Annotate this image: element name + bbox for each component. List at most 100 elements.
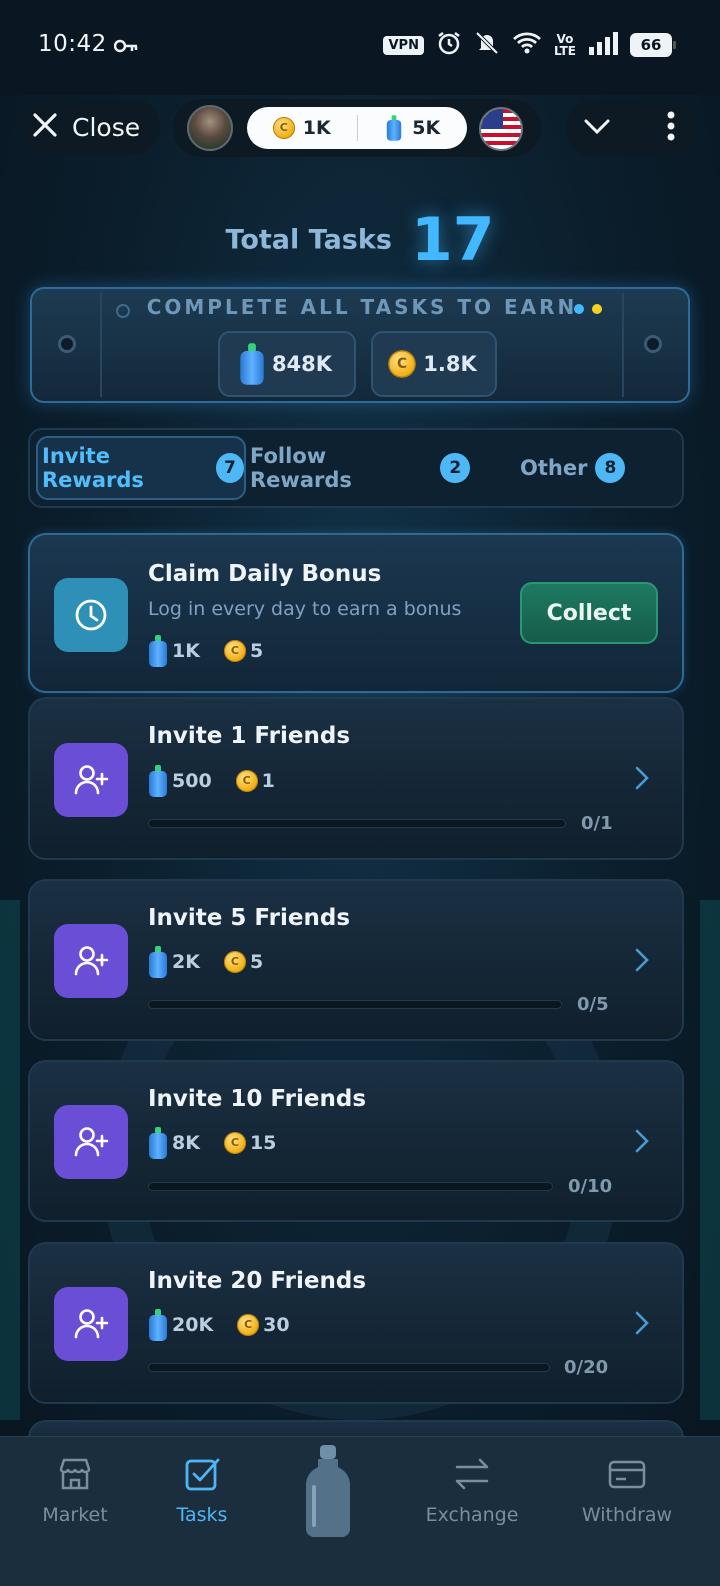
coin-balance: C 1K bbox=[247, 117, 357, 139]
balance-box[interactable]: C 1K 5K bbox=[247, 107, 467, 149]
bottom-nav: Market Tasks Exchange Withdraw bbox=[0, 1436, 720, 1586]
led-icon bbox=[574, 304, 584, 314]
bottle-amount: 500 bbox=[172, 770, 212, 792]
task-title: Invite 10 Friends bbox=[148, 1086, 367, 1112]
rivet-icon bbox=[58, 335, 76, 353]
progress-bar bbox=[148, 1363, 550, 1372]
task-card[interactable]: Invite 5 Friends 2K C5 0/5 bbox=[28, 879, 684, 1041]
tab-other[interactable]: Other 8 bbox=[520, 436, 650, 500]
clock-icon bbox=[54, 578, 128, 652]
coin-amount: 15 bbox=[249, 1132, 277, 1154]
coin-reward-chip: C 1.8K bbox=[371, 331, 497, 397]
bottle-icon bbox=[239, 343, 265, 385]
task-title: Invite 1 Friends bbox=[148, 723, 351, 749]
task-rewards: 8K C 15 bbox=[148, 1127, 300, 1159]
rivet-icon bbox=[644, 335, 662, 353]
task-card[interactable]: Invite 1 Friends 500 C1 0/1 bbox=[28, 697, 684, 860]
avatar[interactable] bbox=[187, 105, 233, 151]
chevron-right-icon[interactable] bbox=[634, 765, 650, 795]
bottle-icon bbox=[148, 635, 168, 667]
bottle-amount: 1K bbox=[172, 640, 200, 662]
mute-icon bbox=[474, 30, 500, 60]
total-tasks-label: Total Tasks bbox=[225, 224, 392, 256]
bottle-amount: 2K bbox=[172, 951, 200, 973]
nav-label: Tasks bbox=[176, 1504, 228, 1526]
progress-text: 0/1 bbox=[581, 813, 613, 834]
bottle-icon bbox=[386, 115, 402, 141]
tab-label: Other bbox=[520, 456, 588, 480]
menu-pill bbox=[566, 99, 694, 157]
key-icon bbox=[113, 38, 138, 58]
coin-balance-value: 1K bbox=[302, 117, 331, 139]
progress-bar bbox=[148, 1182, 553, 1191]
chevron-right-icon[interactable] bbox=[634, 1310, 650, 1340]
tab-count-badge: 8 bbox=[595, 453, 626, 483]
bottle-balance-value: 5K bbox=[412, 117, 441, 139]
nav-exchange[interactable]: Exchange bbox=[412, 1457, 532, 1526]
bottle-reward-chip: 848K bbox=[218, 331, 356, 397]
nav-withdraw[interactable]: Withdraw bbox=[567, 1457, 687, 1526]
close-button[interactable]: Close bbox=[18, 99, 160, 155]
bottle-amount: 8K bbox=[172, 1132, 200, 1154]
coin-icon: C bbox=[223, 640, 246, 662]
progress-text: 0/20 bbox=[564, 1357, 609, 1378]
coin-icon: C bbox=[223, 1132, 246, 1154]
add-user-icon bbox=[54, 1287, 128, 1361]
bottle-icon[interactable] bbox=[304, 1445, 352, 1537]
more-vertical-icon[interactable] bbox=[666, 111, 676, 145]
task-card[interactable]: Invite 20 Friends 20K C 30 0/20 bbox=[28, 1242, 684, 1404]
tab-follow-rewards[interactable]: Follow Rewards 2 bbox=[250, 436, 470, 500]
coin-amount: 5 bbox=[249, 951, 264, 973]
collect-button[interactable]: Collect bbox=[520, 582, 658, 644]
coin-icon: C bbox=[235, 770, 258, 792]
task-rewards: 20K C 30 bbox=[148, 1309, 314, 1341]
reward-tabs: Invite Rewards 7 Follow Rewards 2 Other … bbox=[28, 428, 684, 508]
chevron-right-icon[interactable] bbox=[634, 1128, 650, 1158]
us-flag-icon[interactable] bbox=[479, 107, 523, 151]
progress-text: 0/5 bbox=[577, 994, 609, 1015]
led-icon bbox=[592, 304, 602, 314]
coin-icon: C bbox=[272, 117, 295, 139]
close-label: Close bbox=[72, 112, 141, 142]
top-bar: Close C 1K 5K bbox=[0, 95, 720, 167]
nav-tasks[interactable]: Tasks bbox=[142, 1457, 262, 1526]
progress-text: 0/10 bbox=[568, 1176, 613, 1197]
tab-invite-rewards[interactable]: Invite Rewards 7 bbox=[36, 436, 246, 500]
task-title: Claim Daily Bonus bbox=[148, 561, 382, 587]
coin-icon: C bbox=[223, 951, 246, 973]
volte-icon: Vo LTE bbox=[553, 32, 576, 58]
battery-indicator: 66 bbox=[630, 33, 676, 57]
wifi-icon bbox=[512, 31, 542, 59]
chevron-down-icon[interactable] bbox=[582, 111, 612, 145]
bottle-balance: 5K bbox=[358, 112, 468, 144]
add-user-icon bbox=[54, 1105, 128, 1179]
task-rewards: 1K C5 bbox=[148, 635, 287, 667]
task-rewards: 2K C5 bbox=[148, 946, 287, 978]
alarm-icon bbox=[436, 30, 462, 60]
led-icon bbox=[116, 304, 130, 318]
tab-label: Follow Rewards bbox=[250, 444, 352, 492]
bottle-icon bbox=[148, 946, 168, 978]
coin-amount: 1 bbox=[261, 770, 275, 792]
total-tasks: Total Tasks 17 bbox=[0, 205, 720, 275]
task-description: Log in every day to earn a bonus bbox=[148, 598, 462, 620]
bottle-reward-value: 848K bbox=[271, 352, 333, 376]
task-card[interactable]: Invite 10 Friends 8K C 15 0/10 bbox=[28, 1060, 684, 1222]
progress-bar bbox=[148, 819, 566, 828]
tab-label: Invite Rewards bbox=[42, 444, 144, 492]
chevron-right-icon[interactable] bbox=[634, 947, 650, 977]
card-icon bbox=[608, 1457, 646, 1496]
wallet-pill: C 1K 5K bbox=[173, 99, 541, 157]
nav-market[interactable]: Market bbox=[15, 1457, 135, 1526]
vpn-badge: VPN bbox=[383, 35, 424, 55]
status-bar: 10:42 VPN Vo LTE 66 bbox=[0, 0, 720, 95]
close-icon bbox=[32, 112, 58, 142]
tab-count-badge: 2 bbox=[440, 453, 470, 483]
total-tasks-count: 17 bbox=[411, 205, 495, 275]
status-time: 10:42 bbox=[38, 31, 107, 57]
coin-amount: 30 bbox=[263, 1314, 290, 1336]
coin-icon: C bbox=[388, 350, 416, 378]
bottle-icon bbox=[148, 765, 168, 797]
nav-label: Withdraw bbox=[581, 1504, 673, 1526]
bottle-amount: 20K bbox=[172, 1314, 214, 1336]
